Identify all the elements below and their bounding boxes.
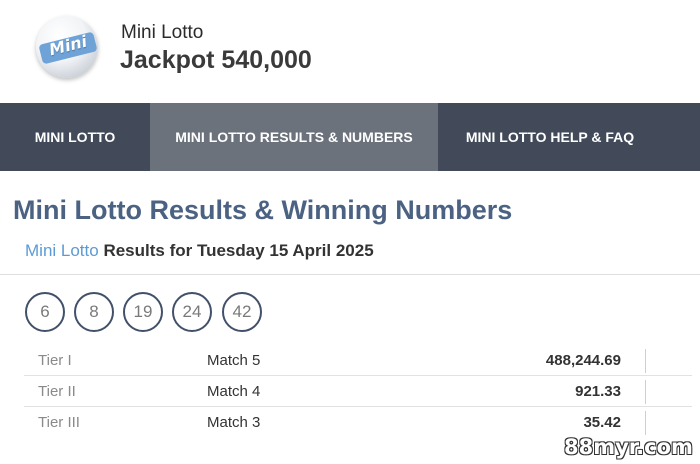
tier-label: Tier I xyxy=(38,352,72,369)
prize-amount: 488,244.69 xyxy=(545,352,621,369)
tier-label: Tier III xyxy=(38,414,80,431)
number-ball: 42 xyxy=(222,292,262,332)
number-ball: 24 xyxy=(172,292,212,332)
number-ball: 6 xyxy=(25,292,65,332)
page-title: Mini Lotto Results & Winning Numbers xyxy=(13,195,513,225)
mini-lotto-link[interactable]: Mini Lotto xyxy=(25,241,99,260)
match-label: Match 4 xyxy=(207,383,261,400)
table-row: Tier II Match 4 921.33 xyxy=(24,376,692,407)
site-header: Mini Mini Lotto Jackpot 540,000 xyxy=(0,0,700,103)
column-divider xyxy=(645,380,646,404)
prize-amount: 921.33 xyxy=(575,383,621,400)
match-label: Match 5 xyxy=(207,352,261,369)
column-divider xyxy=(645,349,646,373)
prize-amount: 35.42 xyxy=(583,414,621,431)
match-label: Match 3 xyxy=(207,414,261,431)
tier-label: Tier II xyxy=(38,383,76,400)
number-ball: 8 xyxy=(74,292,114,332)
jackpot-amount: Jackpot 540,000 xyxy=(120,46,312,74)
number-ball: 19 xyxy=(123,292,163,332)
divider xyxy=(0,274,700,275)
table-row: Tier III Match 3 35.42 xyxy=(24,407,692,438)
nav-item-results-numbers[interactable]: MINI LOTTO RESULTS & NUMBERS xyxy=(150,103,438,171)
table-row: Tier I Match 5 488,244.69 xyxy=(24,345,692,376)
results-heading: Mini Lotto Results for Tuesday 15 April … xyxy=(25,241,374,261)
results-date-text: Results for Tuesday 15 April 2025 xyxy=(103,241,374,260)
nav-item-mini-lotto[interactable]: MINI LOTTO xyxy=(0,103,150,171)
column-divider xyxy=(645,411,646,435)
prize-table: Tier I Match 5 488,244.69 Tier II Match … xyxy=(24,345,692,438)
main-nav: MINI LOTTO MINI LOTTO RESULTS & NUMBERS … xyxy=(0,103,700,171)
watermark: 88myr.com xyxy=(564,435,693,459)
nav-item-help-faq[interactable]: MINI LOTTO HELP & FAQ xyxy=(438,103,662,171)
game-title: Mini Lotto xyxy=(121,22,204,43)
mini-lotto-logo[interactable]: Mini xyxy=(36,16,98,78)
